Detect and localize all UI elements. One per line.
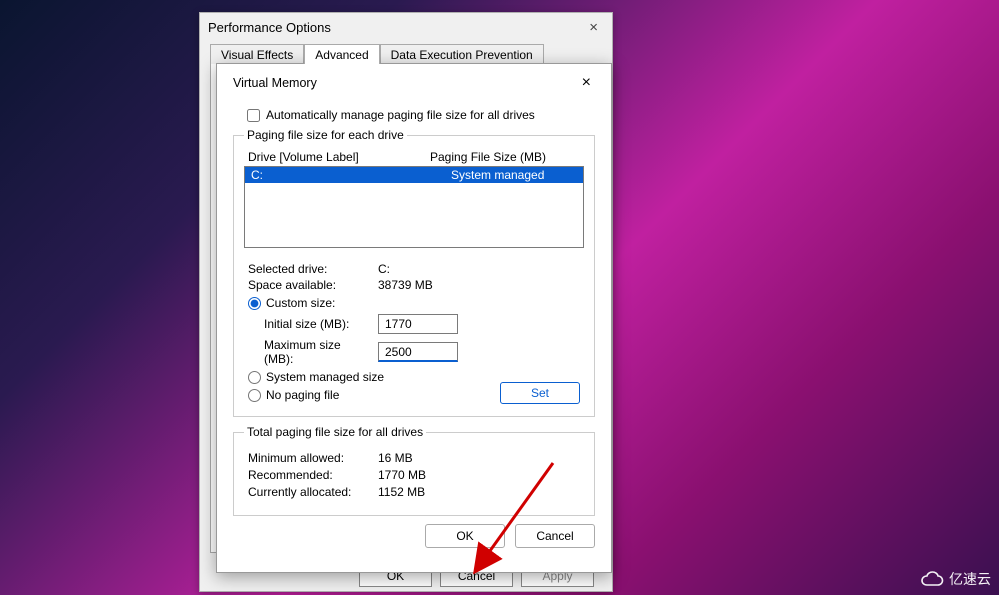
selected-drive-info: Selected drive: C: Space available: 3873… xyxy=(248,262,580,292)
radio-system-label: System managed size xyxy=(266,370,384,384)
selected-drive-label: Selected drive: xyxy=(248,262,378,276)
radio-custom-input[interactable] xyxy=(248,297,261,310)
tab-visual-effects[interactable]: Visual Effects xyxy=(210,44,304,64)
initial-size-label: Initial size (MB): xyxy=(264,317,370,331)
radio-custom-label: Custom size: xyxy=(266,296,335,310)
auto-manage-checkbox[interactable] xyxy=(247,109,260,122)
space-available-value: 38739 MB xyxy=(378,278,580,292)
radio-none-label: No paging file xyxy=(266,388,339,402)
auto-manage-checkbox-row[interactable]: Automatically manage paging file size fo… xyxy=(247,108,595,122)
initial-size-input[interactable] xyxy=(378,314,458,334)
close-icon[interactable]: × xyxy=(583,17,604,38)
auto-manage-label: Automatically manage paging file size fo… xyxy=(266,108,535,122)
vm-cancel-button[interactable]: Cancel xyxy=(515,524,595,548)
radio-none-input[interactable] xyxy=(248,389,261,402)
virtual-memory-dialog: Virtual Memory × Automatically manage pa… xyxy=(216,63,612,573)
minimum-label: Minimum allowed: xyxy=(248,451,378,465)
current-value: 1152 MB xyxy=(378,485,425,499)
watermark: 亿速云 xyxy=(921,569,991,589)
vm-title-bar: Virtual Memory × xyxy=(233,72,595,94)
each-drive-fieldset: Paging file size for each drive Drive [V… xyxy=(233,128,595,417)
perf-tabs: Visual Effects Advanced Data Execution P… xyxy=(200,41,612,63)
watermark-text: 亿速云 xyxy=(949,569,991,589)
current-label: Currently allocated: xyxy=(248,485,378,499)
radio-system-input[interactable] xyxy=(248,371,261,384)
cloud-icon xyxy=(921,571,945,587)
radio-custom-size[interactable]: Custom size: xyxy=(248,296,580,310)
set-button[interactable]: Set xyxy=(500,382,580,404)
drive-list[interactable]: C: System managed xyxy=(244,166,584,248)
vm-title: Virtual Memory xyxy=(233,76,317,90)
maximum-size-input[interactable] xyxy=(378,342,458,362)
drive-letter: C: xyxy=(251,168,451,182)
initial-size-row: Initial size (MB): xyxy=(264,314,584,334)
tab-dep[interactable]: Data Execution Prevention xyxy=(380,44,544,64)
space-available-label: Space available: xyxy=(248,278,378,292)
recommended-label: Recommended: xyxy=(248,468,378,482)
tab-advanced[interactable]: Advanced xyxy=(304,44,379,64)
maximum-size-row: Maximum size (MB): xyxy=(264,338,584,366)
vm-button-row: OK Cancel xyxy=(233,524,595,548)
each-drive-legend: Paging file size for each drive xyxy=(244,128,407,142)
drive-size: System managed xyxy=(451,168,577,182)
minimum-value: 16 MB xyxy=(378,451,413,465)
drive-row[interactable]: C: System managed xyxy=(245,167,583,183)
header-size: Paging File Size (MB) xyxy=(430,150,580,164)
perf-title: Performance Options xyxy=(208,20,331,35)
drive-list-headers: Drive [Volume Label] Paging File Size (M… xyxy=(244,148,584,166)
selected-drive-value: C: xyxy=(378,262,580,276)
total-fieldset: Total paging file size for all drives Mi… xyxy=(233,425,595,516)
recommended-value: 1770 MB xyxy=(378,468,426,482)
perf-title-bar: Performance Options × xyxy=(200,13,612,41)
header-drive: Drive [Volume Label] xyxy=(248,150,430,164)
total-legend: Total paging file size for all drives xyxy=(244,425,426,439)
vm-ok-button[interactable]: OK xyxy=(425,524,505,548)
close-icon[interactable]: × xyxy=(578,74,595,92)
maximum-size-label: Maximum size (MB): xyxy=(264,338,370,366)
